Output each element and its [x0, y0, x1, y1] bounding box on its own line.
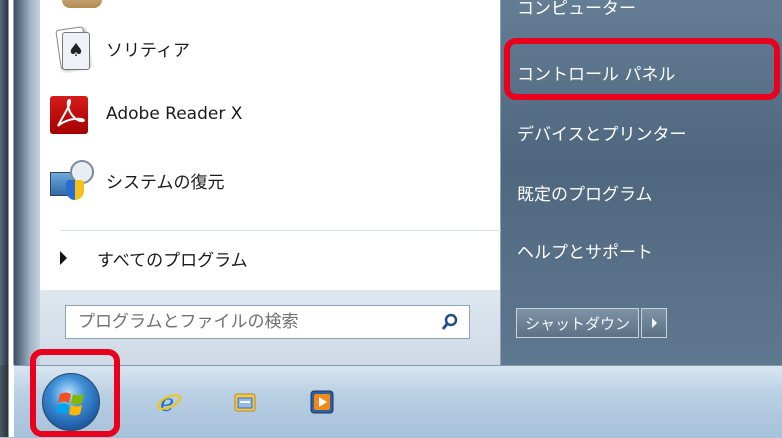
- media-player-icon[interactable]: [309, 389, 335, 415]
- menu-item-devices-printers[interactable]: デバイスとプリンター: [517, 112, 687, 152]
- system-restore-icon: [48, 158, 94, 202]
- all-programs-button[interactable]: すべてのプログラム: [60, 238, 480, 278]
- all-programs-label: すべてのプログラム: [97, 250, 248, 271]
- highlight-start-button: [30, 349, 120, 437]
- adobe-reader-icon: [48, 92, 92, 136]
- partial-program-icon: [62, 0, 102, 8]
- shutdown-button[interactable]: シャットダウン: [516, 308, 640, 338]
- shutdown-options-button[interactable]: [641, 308, 668, 338]
- search-box[interactable]: [65, 305, 470, 339]
- chevron-right-icon: [651, 318, 657, 328]
- solitaire-icon: ♠: [48, 26, 92, 70]
- program-label: システムの復元: [106, 172, 225, 193]
- program-item-solitaire[interactable]: ♠ ソリティア: [48, 20, 498, 76]
- desktop-edge: [0, 0, 40, 365]
- program-label: Adobe Reader X: [106, 104, 243, 124]
- search-input[interactable]: [76, 311, 441, 333]
- menu-item-help-support[interactable]: ヘルプとサポート: [517, 230, 653, 270]
- program-label: ソリティア: [106, 40, 190, 61]
- internet-explorer-icon[interactable]: e: [156, 389, 182, 415]
- taskbar-edge: [0, 365, 14, 437]
- shutdown-label: シャットダウン: [525, 314, 631, 333]
- file-explorer-icon[interactable]: [232, 389, 258, 415]
- menu-item-label: デバイスとプリンター: [517, 124, 687, 145]
- program-item-adobe-reader[interactable]: Adobe Reader X: [48, 86, 498, 142]
- shutdown-control: シャットダウン: [516, 308, 668, 338]
- menu-item-label: ヘルプとサポート: [517, 242, 653, 263]
- menu-item-default-programs[interactable]: 既定のプログラム: [517, 172, 653, 212]
- program-item-system-restore[interactable]: システムの復元: [48, 152, 498, 208]
- menu-item-computer[interactable]: コンピューター: [517, 0, 636, 26]
- menu-item-label: コンピューター: [517, 0, 636, 19]
- chevron-right-icon: [60, 251, 67, 265]
- svg-text:e: e: [160, 389, 174, 415]
- highlight-control-panel: [504, 38, 780, 100]
- search-icon[interactable]: [441, 313, 459, 331]
- menu-item-label: 既定のプログラム: [517, 184, 653, 205]
- divider: [60, 230, 515, 231]
